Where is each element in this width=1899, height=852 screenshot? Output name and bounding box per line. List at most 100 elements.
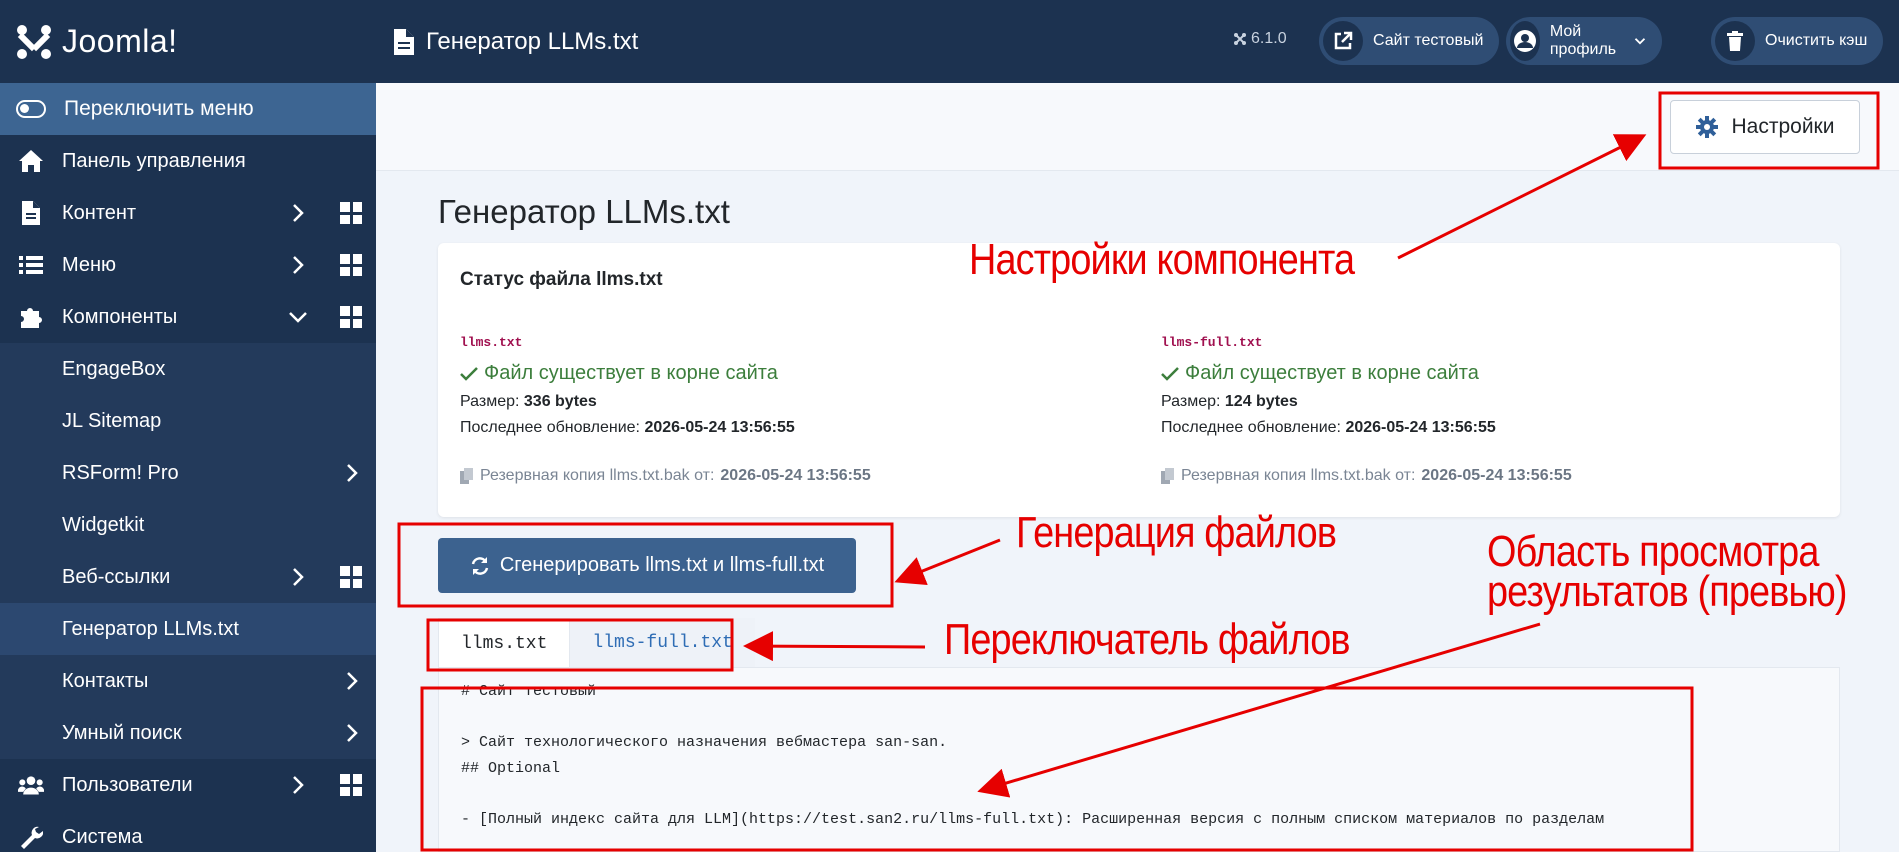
settings-button[interactable]: Настройки <box>1670 100 1860 154</box>
version-number: 6.1.0 <box>1251 30 1287 47</box>
annotation-preview-label-1: Область просмотра <box>1487 527 1819 576</box>
annotation-arrow-tabs <box>743 631 926 662</box>
chevron-right-icon[interactable] <box>342 463 362 483</box>
sidebar-item-contacts[interactable]: Контакты <box>0 655 376 707</box>
updated-label: Последнее обновление: <box>460 419 640 436</box>
chevron-right-icon[interactable] <box>288 203 308 223</box>
updated-value: 2026-05-24 13:56:55 <box>1345 419 1496 436</box>
sidebar-item-menus[interactable]: Меню <box>0 239 376 291</box>
refresh-icon <box>471 556 489 575</box>
generate-label: Сгенерировать llms.txt и llms-full.txt <box>499 554 825 576</box>
chevron-down-icon[interactable] <box>288 307 308 327</box>
gear-icon <box>1695 116 1718 138</box>
sidebar-item-label: Контент <box>62 201 137 224</box>
file-exists-status: Файл существует в корне сайта <box>1161 362 1821 385</box>
grid-icon[interactable] <box>340 254 362 276</box>
sidebar-item-widgetkit[interactable]: Widgetkit <box>0 499 376 551</box>
toggle-menu-label: Переключить меню <box>64 97 254 120</box>
file-exists-status: Файл существует в корне сайта <box>460 362 1120 385</box>
size-value: 336 bytes <box>523 393 597 410</box>
brand[interactable]: Joomla! <box>0 0 376 83</box>
view-site-label: Сайт тестовый <box>1373 32 1484 49</box>
sidebar-item-weblinks[interactable]: Веб-ссылки <box>0 551 376 603</box>
file-status-llms-full: llms-full.txt Файл существует в корне са… <box>1161 335 1821 485</box>
file-name: llms-full.txt <box>1161 335 1263 350</box>
sidebar-item-dashboard[interactable]: Панель управления <box>0 135 376 187</box>
backup-info: Резервная копия llms.txt.bak от: 2026-05… <box>460 467 1120 485</box>
size-label: Размер: <box>460 393 520 410</box>
chevron-down-icon <box>1634 38 1646 45</box>
sidebar-item-content[interactable]: Контент <box>0 187 376 239</box>
sidebar-item-components[interactable]: Компоненты <box>0 291 376 343</box>
generate-button[interactable]: Сгенерировать llms.txt и llms-full.txt <box>438 538 856 593</box>
status-card: Статус файла llms.txt llms.txt Файл суще… <box>438 243 1840 517</box>
preview-line <box>439 705 1839 731</box>
file-tabs: llms.txt llms-full.txt <box>438 618 755 668</box>
annotation-settings-label: Настройки компонента <box>969 235 1355 284</box>
updated-value: 2026-05-24 13:56:55 <box>644 419 795 436</box>
file-updated: Последнее обновление: 2026-05-24 13:56:5… <box>460 419 1120 437</box>
grid-icon[interactable] <box>340 202 362 224</box>
wrench-icon <box>18 824 44 850</box>
sidebar-item-label: Система <box>62 825 143 848</box>
size-value: 124 bytes <box>1224 393 1298 410</box>
preview-line: - [Полный индекс сайта для LLM](https://… <box>461 810 1605 828</box>
sidebar-item-label: Панель управления <box>62 149 246 172</box>
grid-icon[interactable] <box>340 566 362 588</box>
copy-icon <box>460 468 473 484</box>
chevron-right-icon[interactable] <box>288 567 308 587</box>
file-status-text: Файл существует в корне сайта <box>484 362 778 384</box>
check-icon <box>1161 366 1179 381</box>
file-size: Размер: 124 bytes <box>1161 393 1821 411</box>
copy-icon <box>1161 468 1174 484</box>
list-icon <box>18 252 44 278</box>
tab-llms-full[interactable]: llms-full.txt <box>570 618 755 668</box>
chevron-right-icon[interactable] <box>288 255 308 275</box>
chevron-right-icon[interactable] <box>342 671 362 691</box>
tab-llms[interactable]: llms.txt <box>438 618 571 668</box>
toggle-menu-button[interactable]: Переключить меню <box>0 83 376 135</box>
file-updated: Последнее обновление: 2026-05-24 13:56:5… <box>1161 419 1821 437</box>
sidebar-item-engagebox[interactable]: EngageBox <box>0 343 376 395</box>
clear-cache-label: Очистить кэш <box>1765 32 1868 49</box>
toolbar: Настройки <box>376 83 1899 171</box>
size-label: Размер: <box>1161 393 1221 410</box>
view-site-button[interactable]: Сайт тестовый <box>1319 17 1500 65</box>
preview-line: ## Optional <box>461 759 561 777</box>
file-status-text: Файл существует в корне сайта <box>1185 362 1479 384</box>
backup-value: 2026-05-24 13:56:55 <box>720 467 871 484</box>
preview-area[interactable]: # Сайт тестовый > Сайт технологического … <box>438 667 1840 852</box>
grid-icon[interactable] <box>340 306 362 328</box>
sidebar-item-label: Контакты <box>62 669 149 692</box>
sidebar-item-label: JL Sitemap <box>62 409 162 432</box>
sidebar-item-label: Пользователи <box>62 773 193 796</box>
updated-label: Последнее обновление: <box>1161 419 1341 436</box>
backup-label: Резервная копия llms.txt.bak от: <box>1181 467 1416 484</box>
clear-cache-button[interactable]: Очистить кэш <box>1711 17 1884 65</box>
home-icon <box>18 148 44 174</box>
sidebar-item-smart-search[interactable]: Умный поиск <box>0 707 376 759</box>
sidebar-item-rsform[interactable]: RSForm! Pro <box>0 447 376 499</box>
trash-icon <box>1715 21 1755 61</box>
sidebar: Joomla! Переключить меню Панель управлен… <box>0 0 376 852</box>
profile-dropdown-button[interactable]: Мой профиль <box>1506 17 1662 65</box>
grid-icon[interactable] <box>340 774 362 796</box>
chevron-right-icon[interactable] <box>342 723 362 743</box>
sidebar-item-llms-generator[interactable]: Генератор LLMs.txt <box>0 603 376 655</box>
brand-name: Joomla! <box>62 23 178 59</box>
sidebar-item-label: Умный поиск <box>62 721 182 744</box>
backup-label: Резервная копия llms.txt.bak от: <box>480 467 715 484</box>
chevron-right-icon[interactable] <box>288 775 308 795</box>
preview-line: > Сайт технологического назначения вебма… <box>461 734 948 751</box>
joomla-small-icon <box>1234 33 1246 45</box>
sidebar-item-jl-sitemap[interactable]: JL Sitemap <box>0 395 376 447</box>
puzzle-icon <box>18 304 44 330</box>
sidebar-item-label: Widgetkit <box>62 513 145 536</box>
file-name: llms.txt <box>460 335 523 350</box>
sidebar-item-users[interactable]: Пользователи <box>0 759 376 811</box>
sidebar-item-system[interactable]: Система <box>0 811 376 852</box>
preview-line: # Сайт тестовый <box>461 683 597 700</box>
external-link-icon <box>1323 21 1363 61</box>
sidebar-item-label: Меню <box>62 253 117 276</box>
user-icon <box>1510 21 1540 61</box>
